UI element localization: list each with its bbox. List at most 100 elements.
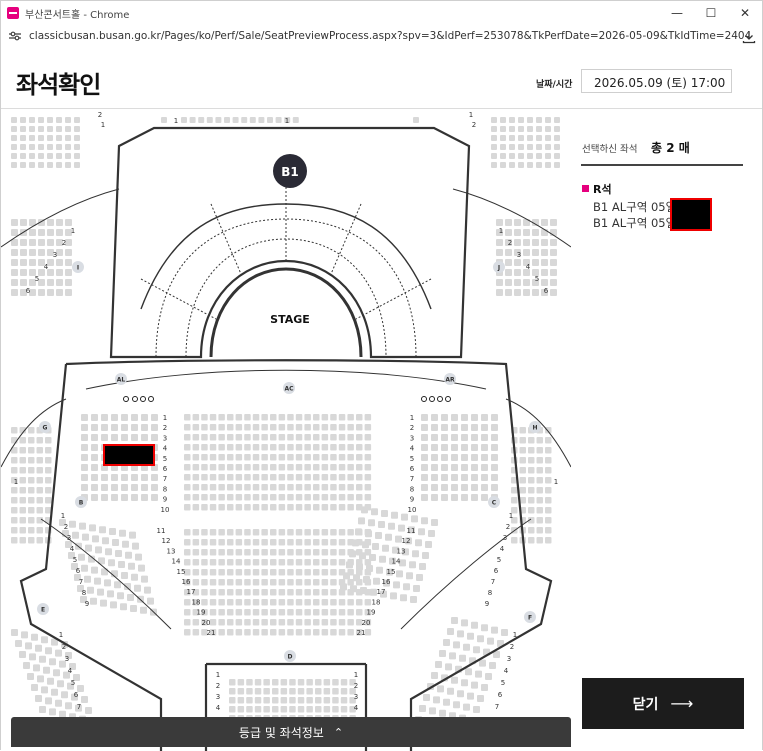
- seat[interactable]: [365, 530, 372, 538]
- seat[interactable]: [38, 229, 45, 236]
- seat[interactable]: [235, 539, 243, 546]
- seat[interactable]: [421, 444, 428, 451]
- seat[interactable]: [278, 629, 286, 636]
- seat[interactable]: [47, 279, 54, 286]
- seat[interactable]: [232, 117, 239, 123]
- seat[interactable]: [451, 444, 458, 451]
- seat[interactable]: [295, 454, 303, 461]
- seat[interactable]: [261, 424, 268, 431]
- seat[interactable]: [244, 464, 251, 471]
- seat[interactable]: [29, 117, 35, 123]
- seat[interactable]: [29, 135, 35, 141]
- seat[interactable]: [278, 549, 286, 556]
- seat[interactable]: [258, 117, 265, 123]
- seat[interactable]: [304, 464, 311, 471]
- seat[interactable]: [554, 135, 560, 141]
- seat[interactable]: [304, 434, 311, 441]
- seat[interactable]: [278, 539, 286, 546]
- seat[interactable]: [536, 144, 542, 150]
- seat[interactable]: [78, 553, 85, 561]
- seat[interactable]: [270, 549, 277, 556]
- seat[interactable]: [131, 573, 138, 581]
- seat[interactable]: [192, 474, 200, 481]
- seat[interactable]: [141, 474, 148, 481]
- seat[interactable]: [287, 599, 294, 606]
- seat[interactable]: [209, 539, 217, 546]
- seat[interactable]: [306, 679, 313, 686]
- seat[interactable]: [295, 474, 303, 481]
- seat[interactable]: [218, 599, 225, 606]
- seat[interactable]: [287, 609, 294, 616]
- seat[interactable]: [201, 599, 208, 606]
- seat[interactable]: [545, 517, 552, 524]
- seat[interactable]: [192, 464, 200, 471]
- seat[interactable]: [209, 549, 217, 556]
- seat[interactable]: [184, 494, 191, 501]
- seat[interactable]: [184, 529, 191, 536]
- seat[interactable]: [554, 126, 560, 132]
- seat[interactable]: [491, 162, 497, 168]
- seat[interactable]: [332, 679, 339, 686]
- seat[interactable]: [141, 434, 148, 441]
- seat[interactable]: [272, 688, 279, 695]
- seat[interactable]: [536, 537, 544, 544]
- seat[interactable]: [295, 464, 303, 471]
- seat[interactable]: [361, 506, 368, 514]
- url-text[interactable]: classicbusan.busan.go.kr/Pages/ko/Perf/S…: [29, 30, 749, 42]
- seat[interactable]: [278, 434, 286, 441]
- seat[interactable]: [481, 494, 488, 501]
- seat[interactable]: [65, 279, 72, 286]
- seat[interactable]: [144, 586, 151, 594]
- seat[interactable]: [500, 153, 506, 159]
- seat[interactable]: [481, 434, 488, 441]
- seat[interactable]: [29, 249, 36, 256]
- seat[interactable]: [20, 269, 27, 276]
- seat[interactable]: [287, 539, 294, 546]
- seat[interactable]: [65, 135, 71, 141]
- seat[interactable]: [45, 477, 52, 484]
- seat[interactable]: [347, 474, 354, 481]
- seat[interactable]: [347, 579, 354, 586]
- seat[interactable]: [55, 699, 62, 707]
- seat[interactable]: [550, 239, 557, 246]
- seat[interactable]: [11, 279, 18, 286]
- seat[interactable]: [545, 153, 551, 159]
- seat[interactable]: [509, 135, 515, 141]
- seat[interactable]: [229, 697, 236, 704]
- seat[interactable]: [244, 494, 251, 501]
- seat[interactable]: [237, 697, 245, 704]
- seat[interactable]: [57, 680, 64, 688]
- seat[interactable]: [441, 484, 448, 491]
- seat[interactable]: [554, 153, 560, 159]
- seat[interactable]: [461, 474, 468, 481]
- seat[interactable]: [461, 619, 468, 627]
- seat[interactable]: [528, 437, 535, 444]
- seat[interactable]: [65, 144, 71, 150]
- seat[interactable]: [321, 504, 329, 511]
- seat[interactable]: [536, 507, 544, 514]
- seat[interactable]: [505, 279, 512, 286]
- seat[interactable]: [313, 444, 320, 451]
- seat[interactable]: [237, 679, 245, 686]
- seat[interactable]: [252, 569, 260, 576]
- seat[interactable]: [385, 533, 392, 541]
- seat[interactable]: [528, 467, 535, 474]
- seat[interactable]: [209, 609, 217, 616]
- seat[interactable]: [65, 702, 72, 710]
- seat[interactable]: [29, 162, 35, 168]
- seat[interactable]: [519, 447, 527, 454]
- seat[interactable]: [82, 533, 89, 541]
- seat[interactable]: [353, 574, 360, 582]
- seat[interactable]: [431, 424, 438, 431]
- seat[interactable]: [532, 289, 539, 296]
- seat[interactable]: [421, 464, 428, 471]
- seat[interactable]: [56, 289, 63, 296]
- seat[interactable]: [545, 477, 552, 484]
- seat[interactable]: [184, 434, 191, 441]
- seat[interactable]: [477, 695, 484, 702]
- seat[interactable]: [192, 444, 200, 451]
- seat[interactable]: [11, 162, 17, 168]
- seat[interactable]: [201, 424, 208, 431]
- seat[interactable]: [500, 117, 506, 123]
- seat[interactable]: [360, 587, 367, 594]
